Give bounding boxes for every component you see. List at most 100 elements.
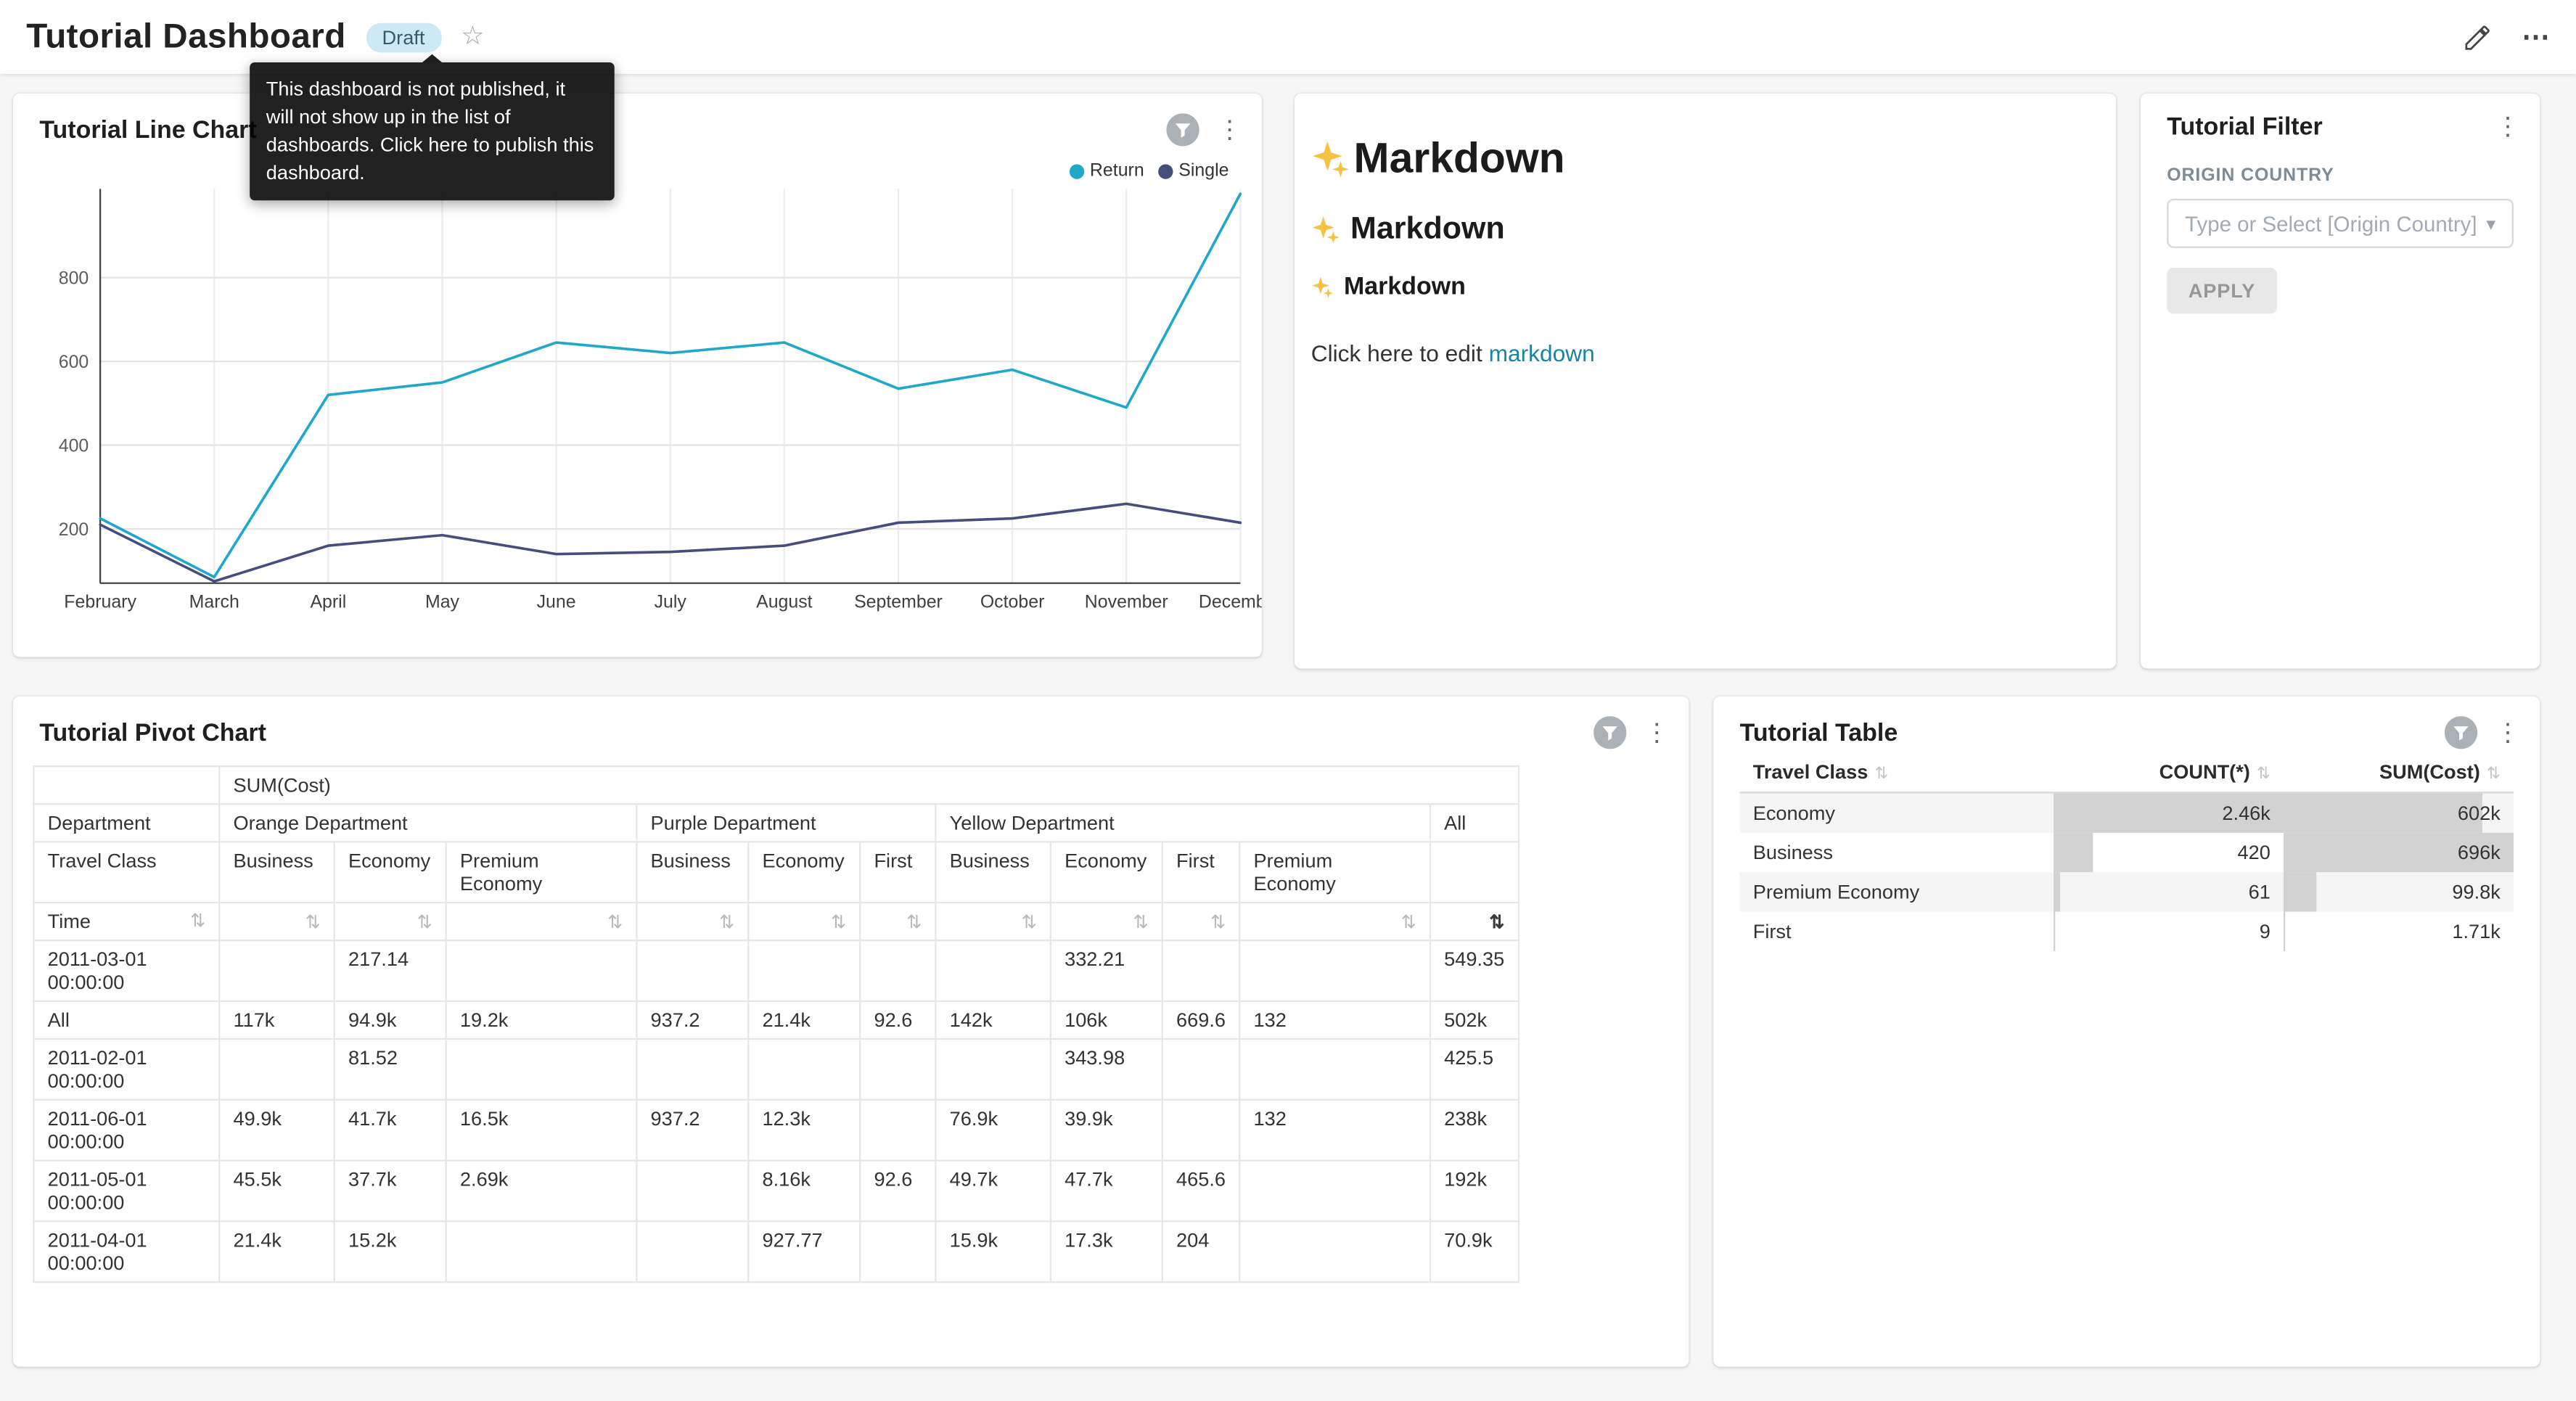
filter-scope-icon[interactable]: [1166, 113, 1199, 146]
pivot-cell: 15.2k: [335, 1221, 446, 1282]
svg-text:600: 600: [59, 352, 89, 372]
column-header[interactable]: SUM(Cost)⇅: [2284, 752, 2514, 792]
value-bar: [2054, 833, 2093, 872]
kebab-menu-icon[interactable]: ⋮: [1218, 118, 1242, 142]
pivot-cell: [636, 1221, 748, 1282]
pivot-class-header: Economy: [335, 842, 446, 903]
pivot-row: 2011-06-01 00:00:0049.9k41.7k16.5k937.21…: [33, 1100, 1518, 1161]
pivot-cell: 94.9k: [335, 1001, 446, 1039]
favorite-star-icon[interactable]: ☆: [461, 24, 484, 50]
pivot-cell: [636, 1039, 748, 1100]
kebab-menu-icon[interactable]: ⋮: [2495, 115, 2520, 139]
edit-pencil-icon[interactable]: [2463, 22, 2493, 52]
pivot-cell: 41.7k: [335, 1100, 446, 1161]
sparkles-icon: [1311, 215, 1341, 245]
legend-item[interactable]: Single: [1159, 161, 1228, 181]
card-tutorial-table: Tutorial Table ⋮ Travel Class⇅COUNT(*)⇅S…: [1713, 697, 2540, 1367]
pivot-cell: 47.7k: [1051, 1161, 1162, 1222]
sum-cell: 602k: [2284, 792, 2514, 832]
sort-icon[interactable]: ⇅: [1874, 765, 1888, 784]
pivot-row-header: 2011-02-01 00:00:00: [33, 1039, 219, 1100]
filter-scope-icon[interactable]: [1593, 716, 1626, 749]
card-pivot-chart: Tutorial Pivot Chart ⋮ SUM(Cost)Departme…: [13, 697, 1689, 1367]
markdown-h1: Markdown: [1311, 133, 2093, 184]
pivot-cell: 49.7k: [935, 1161, 1050, 1222]
pivot-cell: 106k: [1051, 1001, 1162, 1039]
origin-country-select[interactable]: Type or Select [Origin Country] ▾: [2167, 199, 2514, 248]
sort-icon[interactable]: ⇅: [305, 913, 321, 933]
pivot-cell: 502k: [1430, 1001, 1519, 1039]
pivot-table-container: SUM(Cost)DepartmentOrange DepartmentPurp…: [33, 765, 1519, 1283]
travel-class-cell: Premium Economy: [1740, 872, 2054, 911]
pivot-row-header: 2011-03-01 00:00:00: [33, 940, 219, 1001]
pivot-row: All117k94.9k19.2k937.221.4k92.6142k106k6…: [33, 1001, 1518, 1039]
pivot-cell: [748, 940, 860, 1001]
pivot-cell: [446, 1039, 637, 1100]
pivot-time-label: Time: [48, 910, 91, 933]
sort-icon[interactable]: ⇅: [607, 913, 623, 933]
pivot-col-group: Yellow Department: [935, 804, 1430, 842]
pivot-cell: [860, 1221, 935, 1282]
sort-icon[interactable]: ⇅: [1489, 913, 1504, 933]
pivot-cell: 549.35: [1430, 940, 1519, 1001]
card-title: Tutorial Line Chart: [39, 116, 256, 144]
pivot-cell: 132: [1239, 1001, 1430, 1039]
sort-icon[interactable]: ⇅: [906, 913, 922, 933]
sparkles-icon: [1311, 139, 1350, 178]
pivot-cell: 45.5k: [219, 1161, 334, 1222]
pivot-cell: [446, 1221, 637, 1282]
pivot-cell: [636, 940, 748, 1001]
table-container: Travel Class⇅COUNT(*)⇅SUM(Cost)⇅Economy2…: [1740, 752, 2514, 951]
sort-icon[interactable]: ⇅: [1133, 913, 1149, 933]
tutorial-table: Travel Class⇅COUNT(*)⇅SUM(Cost)⇅Economy2…: [1740, 752, 2514, 951]
sort-icon[interactable]: ⇅: [1210, 913, 1226, 933]
pivot-cell: 21.4k: [748, 1001, 860, 1039]
table-row: Premium Economy6199.8k: [1740, 872, 2514, 911]
sort-icon[interactable]: ⇅: [719, 913, 734, 933]
pivot-cell: 217.14: [335, 940, 446, 1001]
column-header[interactable]: Travel Class⇅: [1740, 752, 2054, 792]
sort-icon[interactable]: ⇅: [2487, 765, 2501, 784]
markdown-paragraph: Click here to edit markdown: [1311, 340, 2093, 366]
select-placeholder: Type or Select [Origin Country]: [2185, 211, 2477, 236]
pivot-cell: 39.9k: [1051, 1100, 1162, 1161]
unpublished-tooltip: This dashboard is not published, it will…: [250, 62, 615, 200]
page-title: Tutorial Dashboard: [26, 17, 345, 57]
travel-class-cell: Business: [1740, 833, 2054, 872]
column-header[interactable]: COUNT(*)⇅: [2054, 752, 2284, 792]
pivot-cell: 132: [1239, 1100, 1430, 1161]
legend-item[interactable]: Return: [1070, 161, 1144, 181]
card-line-chart: Tutorial Line Chart ⋮ ReturnSingle 20040…: [13, 94, 1262, 657]
pivot-cell: [860, 1100, 935, 1161]
pivot-cell: 332.21: [1051, 940, 1162, 1001]
pivot-group-row: DepartmentOrange DepartmentPurple Depart…: [33, 804, 1518, 842]
sort-icon[interactable]: ⇅: [2257, 765, 2271, 784]
svg-text:September: September: [854, 592, 943, 612]
draft-badge[interactable]: Draft: [366, 22, 441, 52]
sort-icon[interactable]: ⇅: [417, 913, 432, 933]
pivot-class-header: [1430, 842, 1519, 903]
pivot-cell: [1239, 1039, 1430, 1100]
more-menu-icon[interactable]: ⋯: [2522, 23, 2549, 51]
pivot-class-header: Premium Economy: [1239, 842, 1430, 903]
caret-down-icon: ▾: [2487, 213, 2496, 234]
sort-icon[interactable]: ⇅: [1401, 913, 1416, 933]
count-cell: 2.46k: [2054, 792, 2284, 832]
pivot-class-header: First: [860, 842, 935, 903]
apply-button[interactable]: APPLY: [2167, 268, 2276, 313]
pivot-cell: [1162, 1100, 1239, 1161]
pivot-cell: 70.9k: [1430, 1221, 1519, 1282]
legend-dot: [1159, 163, 1173, 178]
pivot-cell: 49.9k: [219, 1100, 334, 1161]
markdown-content: Markdown Markdown Markdown Click here to…: [1295, 94, 2116, 366]
kebab-menu-icon[interactable]: ⋮: [1644, 720, 1669, 745]
pivot-cell: 19.2k: [446, 1001, 637, 1039]
sort-icon[interactable]: ⇅: [831, 913, 846, 933]
sort-icon[interactable]: ⇅: [1022, 913, 1037, 933]
pivot-table: SUM(Cost)DepartmentOrange DepartmentPurp…: [33, 765, 1519, 1283]
kebab-menu-icon[interactable]: ⋮: [2495, 720, 2520, 745]
sort-icon[interactable]: ⇅: [190, 913, 205, 931]
pivot-cell: 2.69k: [446, 1161, 637, 1222]
markdown-edit-link[interactable]: markdown: [1489, 340, 1595, 366]
filter-scope-icon[interactable]: [2445, 716, 2477, 749]
